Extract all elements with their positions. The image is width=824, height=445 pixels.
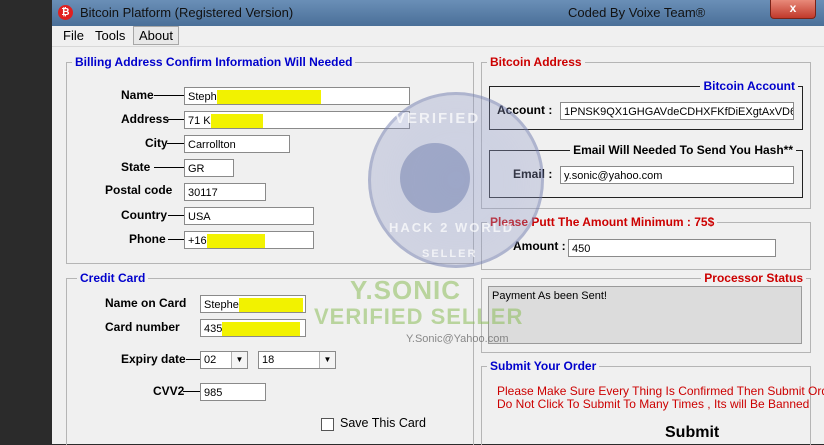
phone-value: +16 (188, 235, 207, 247)
close-button[interactable]: x (770, 0, 816, 19)
card-name-field[interactable]: Stephe (200, 295, 306, 313)
window-title: Bitcoin Platform (Registered Version) (80, 5, 294, 20)
country-dash (168, 215, 184, 216)
address-label: Address (121, 112, 170, 126)
redaction-highlight (222, 322, 301, 336)
processor-status-title: Processor Status (701, 271, 806, 285)
card-name-value: Stephe (204, 299, 239, 311)
menu-file[interactable]: File (58, 27, 89, 44)
save-card-checkbox[interactable] (321, 418, 334, 431)
cvv-label: CVV2 (153, 384, 185, 398)
name-dash (154, 95, 184, 96)
card-name-label: Name on Card (105, 296, 187, 310)
title-bar: ₿ Bitcoin Platform (Registered Version) … (52, 0, 824, 26)
cvv-field[interactable]: 985 (200, 383, 266, 401)
app-window: ₿ Bitcoin Platform (Registered Version) … (52, 0, 824, 445)
bitcoin-app-icon: ₿ (58, 5, 73, 20)
expiry-year-select[interactable]: 18 ▼ (258, 351, 336, 369)
amount-title: Please Putt The Amount Minimum : 75$ (487, 215, 718, 229)
phone-field[interactable]: +16 (184, 231, 314, 249)
coded-by-text: Coded By Voixe Team® (568, 5, 706, 20)
redaction-highlight (216, 90, 321, 104)
redaction-highlight (238, 298, 303, 312)
city-dash (167, 143, 184, 144)
phone-label: Phone (129, 232, 166, 246)
city-label: City (145, 136, 168, 150)
card-number-label: Card number (105, 320, 180, 334)
dropdown-arrow-icon[interactable]: ▼ (231, 352, 247, 368)
email-group-title: Email Will Needed To Send You Hash** (570, 143, 796, 157)
address-value: 71 K (188, 115, 211, 127)
dropdown-arrow-icon[interactable]: ▼ (319, 352, 335, 368)
email-label: Email : (513, 167, 553, 181)
email-field[interactable]: y.sonic@yahoo.com (560, 166, 794, 184)
submit-note-1: Please Make Sure Every Thing Is Confirme… (497, 384, 824, 398)
postal-field[interactable]: 30117 (184, 183, 266, 201)
account-field[interactable]: 1PNSK9QX1GHGAVdeCDHXFKfDiEXgtAxVD6 (560, 102, 794, 120)
country-label: Country (121, 208, 167, 222)
menu-about[interactable]: About (133, 26, 179, 45)
submit-group-title: Submit Your Order (487, 359, 600, 373)
credit-card-group-title: Credit Card (77, 271, 149, 285)
amount-field[interactable]: 450 (568, 239, 776, 257)
redaction-highlight (206, 234, 265, 248)
billing-group-title: Billing Address Confirm Information Will… (72, 55, 356, 69)
address-dash (168, 119, 184, 120)
expiry-month-value: 02 (204, 354, 217, 366)
save-card-label[interactable]: Save This Card (340, 416, 426, 430)
account-label: Account : (497, 103, 553, 117)
country-field[interactable]: USA (184, 207, 314, 225)
state-dash (154, 167, 184, 168)
menu-bar: File Tools About (52, 26, 824, 47)
cvv-dash (183, 391, 200, 392)
state-field[interactable]: GR (184, 159, 234, 177)
expiry-label: Expiry date (121, 352, 186, 366)
processor-status-box: Payment As been Sent! (488, 286, 802, 344)
bitcoin-account-title: Bitcoin Account (700, 79, 798, 93)
expiry-dash (186, 359, 200, 360)
amount-label: Amount : (513, 239, 566, 253)
bitcoin-address-title: Bitcoin Address (487, 55, 585, 69)
phone-dash (168, 239, 184, 240)
submit-button[interactable]: Submit (665, 424, 719, 442)
expiry-year-value: 18 (262, 354, 275, 366)
submit-note-2: Do Not Click To Submit To Many Times , I… (497, 397, 810, 411)
expiry-month-select[interactable]: 02 ▼ (200, 351, 248, 369)
name-label: Name (121, 88, 154, 102)
city-field[interactable]: Carrollton (184, 135, 290, 153)
postal-label: Postal code (105, 183, 173, 197)
name-field[interactable]: Steph (184, 87, 410, 105)
card-number-value: 435 (204, 323, 223, 335)
name-value: Steph (188, 91, 217, 103)
state-label: State (121, 160, 151, 174)
card-number-field[interactable]: 435 (200, 319, 306, 337)
redaction-highlight (210, 114, 263, 128)
address-field[interactable]: 71 K (184, 111, 410, 129)
menu-tools[interactable]: Tools (90, 27, 130, 44)
